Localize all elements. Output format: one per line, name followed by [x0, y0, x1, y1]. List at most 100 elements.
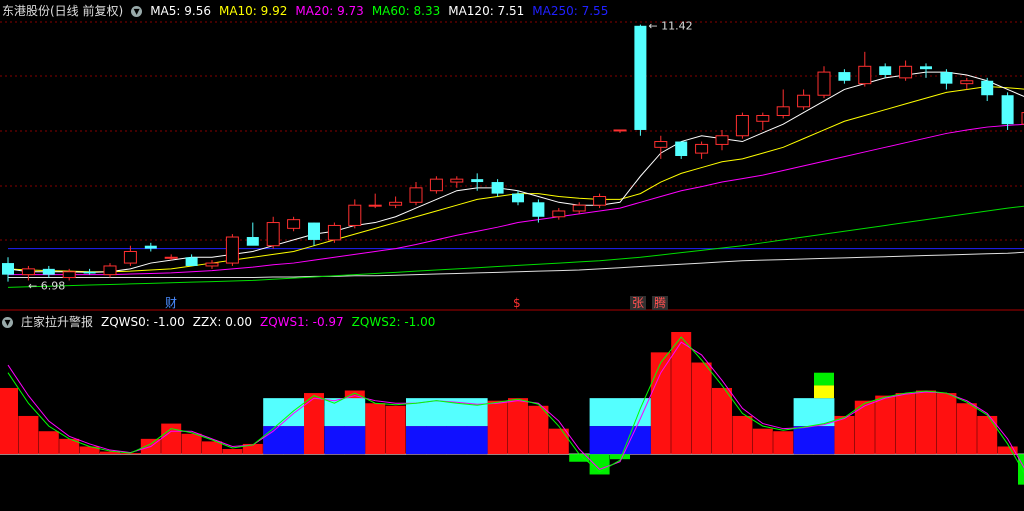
event-marker-finance[interactable]: 财: [163, 296, 179, 310]
event-marker-dollar[interactable]: $: [511, 296, 523, 310]
indicator-toggle-icon[interactable]: ▾: [2, 316, 13, 328]
candle-body-down: [83, 271, 96, 274]
candle-body-up: [654, 141, 668, 148]
ma5-line: [7, 71, 1024, 273]
signal-top-green: [814, 372, 834, 386]
candle-body-up: [858, 65, 872, 85]
ma20-label: MA20: 9.73: [295, 4, 364, 18]
candle-body-down: [144, 245, 157, 249]
candle-body-down: [471, 179, 484, 183]
indicator-bar: [936, 393, 957, 455]
candle-body-down: [675, 141, 688, 156]
stock-chart[interactable]: ← 11.42 ← 6.98: [0, 0, 1024, 511]
indicator-bar: [202, 441, 222, 455]
indicator-bar: [691, 362, 712, 455]
indicator-bar: [365, 403, 386, 455]
ma120-label: MA120: 7.51: [448, 4, 525, 18]
signal-block-cyan: [589, 398, 651, 427]
candle-body-up: [756, 114, 770, 122]
ma10-line: [7, 86, 1024, 273]
candle-body-down: [940, 72, 953, 84]
indicator-bar: [181, 433, 202, 455]
candle-body-down: [1001, 95, 1014, 125]
indicator-bar: [752, 428, 773, 455]
candle-body-down: [308, 222, 320, 240]
zqws0-label: ZQWS0: -1.00: [101, 315, 185, 329]
indicator-title: 庄家拉升警报: [21, 315, 94, 329]
candle-body-up: [715, 135, 729, 145]
candle-body-up: [389, 201, 403, 206]
signal-block-blue: [793, 426, 835, 455]
signal-block-blue: [263, 426, 304, 455]
zzx-label: ZZX: 0.00: [192, 315, 252, 329]
candle-body-up: [776, 106, 790, 116]
candle-body-up: [368, 204, 382, 207]
signal-block-blue: [324, 426, 366, 455]
indicator-bar: [18, 415, 39, 455]
settings-toggle-icon[interactable]: ▾: [131, 5, 143, 17]
candle-body-up: [572, 204, 586, 212]
candle-body-down: [246, 237, 259, 246]
candle-body-up: [287, 219, 301, 229]
candle-body-up: [21, 268, 35, 276]
indicator-bar: [528, 405, 549, 455]
indicator-bar: [773, 431, 794, 455]
candle-body-up: [695, 143, 709, 154]
indicator-bar: [508, 398, 528, 455]
candle-body-down: [879, 66, 892, 75]
indicator-header: ▾ 庄家拉升警报 ZQWS0: -1.00 ZZX: 0.00 ZQWS1: -…: [0, 311, 435, 333]
candle-body-up: [899, 65, 913, 79]
indicator-bar: [650, 352, 671, 455]
candle-body-up: [123, 250, 137, 264]
candle-body-up: [552, 210, 566, 218]
candle-body-up: [797, 94, 811, 108]
indicator-bar: [0, 387, 18, 455]
candle-body-up: [62, 271, 76, 279]
main-chart-header: 东港股份(日线 前复权) ▾ MA5: 9.56 MA10: 9.92 MA20…: [0, 0, 608, 22]
zqws2-label: ZQWS2: -1.00: [351, 315, 436, 329]
indicator-bar: [548, 428, 569, 455]
candle-body-up: [348, 204, 362, 226]
indicator-bar: [610, 454, 630, 460]
event-marker-limit-up[interactable]: 张: [630, 296, 647, 310]
low-price-label: ← 6.98: [28, 280, 65, 293]
indicator-bar: [38, 431, 59, 455]
stock-title: 东港股份(日线 前复权): [2, 4, 124, 18]
candle-body-up: [266, 222, 280, 247]
candle-body-up: [960, 80, 974, 85]
candle-body-up: [817, 71, 831, 96]
candle-body-down: [634, 25, 647, 130]
candle-body-up: [735, 114, 749, 137]
indicator-bar: [834, 415, 855, 455]
ma60-label: MA60: 8.33: [371, 4, 441, 18]
candle-body-up: [429, 178, 443, 192]
indicator-bar: [732, 415, 753, 455]
event-marker-tencent[interactable]: 腾: [652, 296, 669, 310]
candle-body-up: [164, 256, 178, 259]
signal-block-cyan: [324, 398, 366, 427]
candle-body-up: [225, 236, 239, 264]
candle-body-down: [185, 257, 198, 266]
indicator-bar: [222, 449, 243, 455]
ma60-line: [7, 205, 1024, 288]
candle-body-up: [409, 187, 423, 203]
candle-body-down: [838, 72, 851, 81]
candle-body-up: [450, 178, 464, 183]
candle-body-down: [491, 182, 504, 194]
candle-body-down: [42, 268, 55, 275]
candle-body-down: [512, 193, 524, 203]
candle-body-down: [981, 80, 994, 96]
indicator-bar: [916, 390, 936, 455]
indicator-bar: [895, 393, 916, 455]
candle-body-up: [205, 262, 219, 267]
indicator-bar: [956, 403, 977, 455]
ma5-label: MA5: 9.56: [150, 4, 211, 18]
high-price-label: ← 11.42: [648, 20, 692, 33]
signal-top-yellow: [814, 385, 834, 399]
zqws1-label: ZQWS1: -0.97: [259, 315, 344, 329]
candle-body-down: [920, 66, 932, 70]
indicator-bar: [487, 400, 508, 455]
indicator-bar: [385, 405, 406, 455]
candle-body-down: [2, 263, 14, 275]
candle-body-down: [532, 202, 545, 217]
